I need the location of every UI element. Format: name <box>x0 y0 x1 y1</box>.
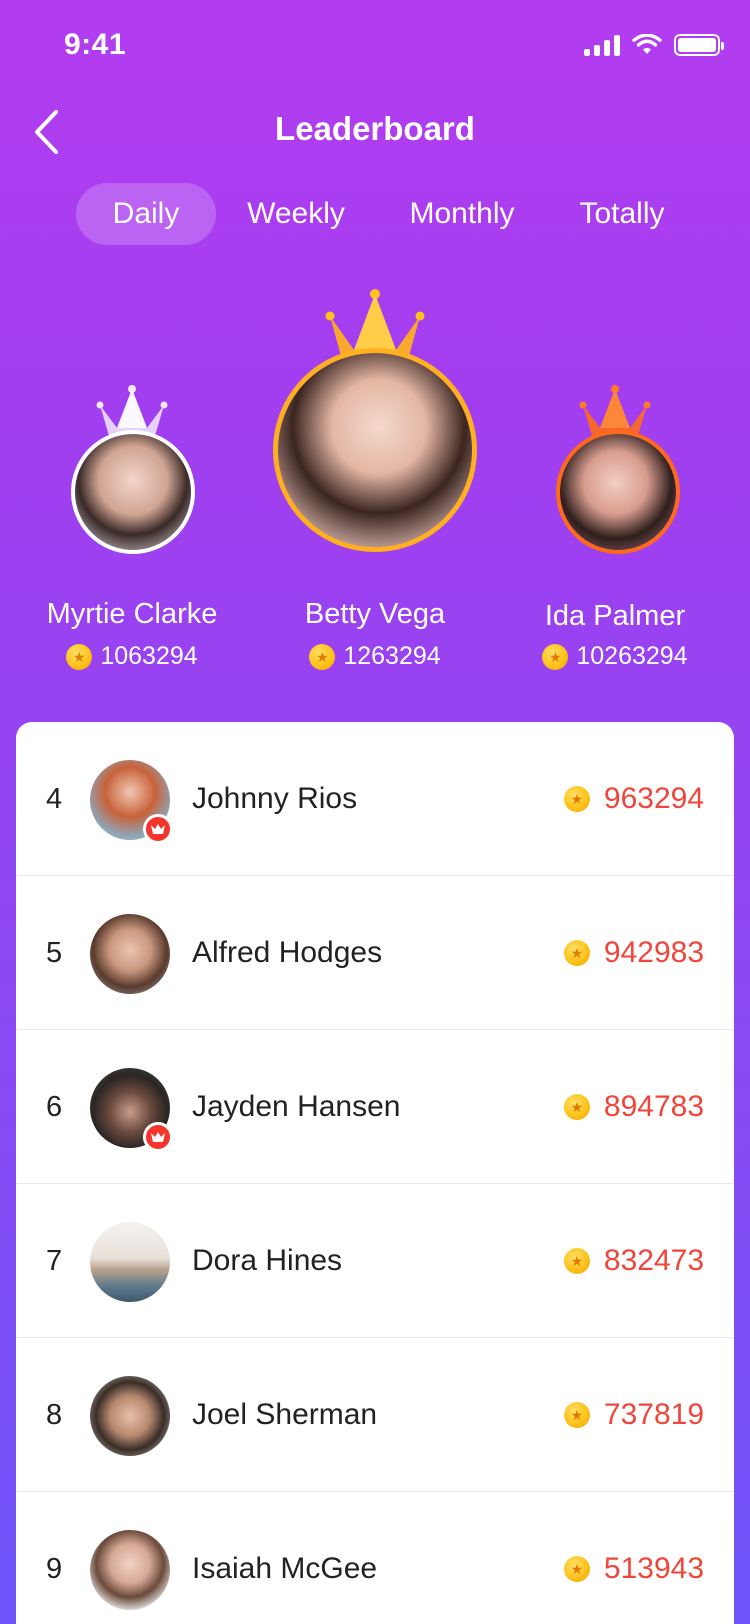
rank-number: 6 <box>46 1091 63 1123</box>
podium-second[interactable]: Myrtie Clarke ★ 1063294 <box>22 384 242 684</box>
coin-icon: ★ <box>542 643 569 670</box>
score-value: 737819 <box>603 1398 704 1431</box>
score-value: 832473 <box>603 1244 704 1277</box>
avatar[interactable] <box>273 348 477 552</box>
nav-bar: Leaderboard <box>0 96 750 166</box>
coin-icon: ★ <box>563 1402 590 1428</box>
rank-number: 4 <box>46 783 63 815</box>
coin-icon: ★ <box>563 1094 590 1120</box>
list-item[interactable]: 6 Jayden Hansen ★ 894783 <box>16 1030 734 1184</box>
score: ★ 942983 <box>563 876 704 1030</box>
podium-first[interactable]: Betty Vega ★ 1263294 <box>255 288 495 678</box>
score: ★ 894783 <box>563 1030 704 1184</box>
signal-icon <box>584 34 620 56</box>
status-icons <box>584 34 724 56</box>
score-value: 513943 <box>603 1552 704 1585</box>
podium-name: Betty Vega <box>304 598 446 630</box>
tab-totally[interactable]: Totally <box>548 183 696 245</box>
ranking-list: 4 Johnny Rios ★ 963294 5 Alfred Hodges ★… <box>16 722 734 1624</box>
score: ★ 513943 <box>563 1492 704 1624</box>
podium-score: ★ 1063294 <box>22 642 242 671</box>
rank-number: 9 <box>46 1553 63 1585</box>
user-name: Johnny Rios <box>192 782 358 815</box>
user-name: Joel Sherman <box>192 1398 378 1431</box>
podium-third[interactable]: Ida Palmer ★ 10263294 <box>505 384 725 684</box>
list-item[interactable]: 8 Joel Sherman ★ 737819 <box>16 1338 734 1492</box>
user-name: Dora Hines <box>192 1244 343 1277</box>
coin-icon: ★ <box>563 1248 590 1274</box>
page-title: Leaderboard <box>275 110 475 147</box>
podium-name: Myrtie Clarke <box>46 598 218 630</box>
rank-number: 7 <box>46 1245 63 1277</box>
tab-monthly[interactable]: Monthly <box>376 183 548 245</box>
podium-name: Ida Palmer <box>544 600 686 632</box>
avatar[interactable] <box>556 430 680 554</box>
coin-icon: ★ <box>563 786 590 812</box>
score-value: 963294 <box>603 782 704 815</box>
tab-daily[interactable]: Daily <box>76 183 216 245</box>
podium-score: ★ 1263294 <box>255 642 495 671</box>
user-name: Alfred Hodges <box>192 936 383 969</box>
list-item[interactable]: 4 Johnny Rios ★ 963294 <box>16 722 734 876</box>
status-time: 9:41 <box>64 28 127 61</box>
avatar[interactable] <box>90 1222 170 1302</box>
coin-icon: ★ <box>309 643 336 670</box>
avatar[interactable] <box>90 914 170 994</box>
crown-icon <box>143 814 173 844</box>
avatar[interactable] <box>71 430 195 554</box>
user-name: Jayden Hansen <box>192 1090 401 1123</box>
score: ★ 832473 <box>563 1184 704 1338</box>
podium-score-value: 1263294 <box>343 642 441 670</box>
list-item[interactable]: 9 Isaiah McGee ★ 513943 <box>16 1492 734 1624</box>
crown-icon <box>143 1122 173 1152</box>
coin-icon: ★ <box>563 1556 590 1582</box>
podium-score-value: 10263294 <box>576 642 688 670</box>
score-value: 894783 <box>603 1090 704 1123</box>
status-bar: 9:41 <box>0 0 750 96</box>
avatar[interactable] <box>90 1530 170 1610</box>
rank-number: 5 <box>46 937 63 969</box>
podium-score: ★ 10263294 <box>505 642 725 671</box>
battery-icon <box>674 34 724 56</box>
coin-icon: ★ <box>563 940 590 966</box>
crown-icon <box>96 385 168 436</box>
wifi-icon <box>632 34 662 54</box>
rank-number: 8 <box>46 1399 63 1431</box>
podium-score-value: 1063294 <box>100 642 198 670</box>
score: ★ 963294 <box>563 722 704 876</box>
list-item[interactable]: 5 Alfred Hodges ★ 942983 <box>16 876 734 1030</box>
tab-weekly[interactable]: Weekly <box>216 183 376 245</box>
score: ★ 737819 <box>563 1338 704 1492</box>
user-name: Isaiah McGee <box>192 1552 378 1585</box>
avatar[interactable] <box>90 1376 170 1456</box>
coin-icon: ★ <box>66 643 93 670</box>
score-value: 942983 <box>603 936 704 969</box>
crown-icon <box>579 385 651 436</box>
list-item[interactable]: 7 Dora Hines ★ 832473 <box>16 1184 734 1338</box>
period-tabs: Daily Weekly Monthly Totally <box>76 183 696 245</box>
